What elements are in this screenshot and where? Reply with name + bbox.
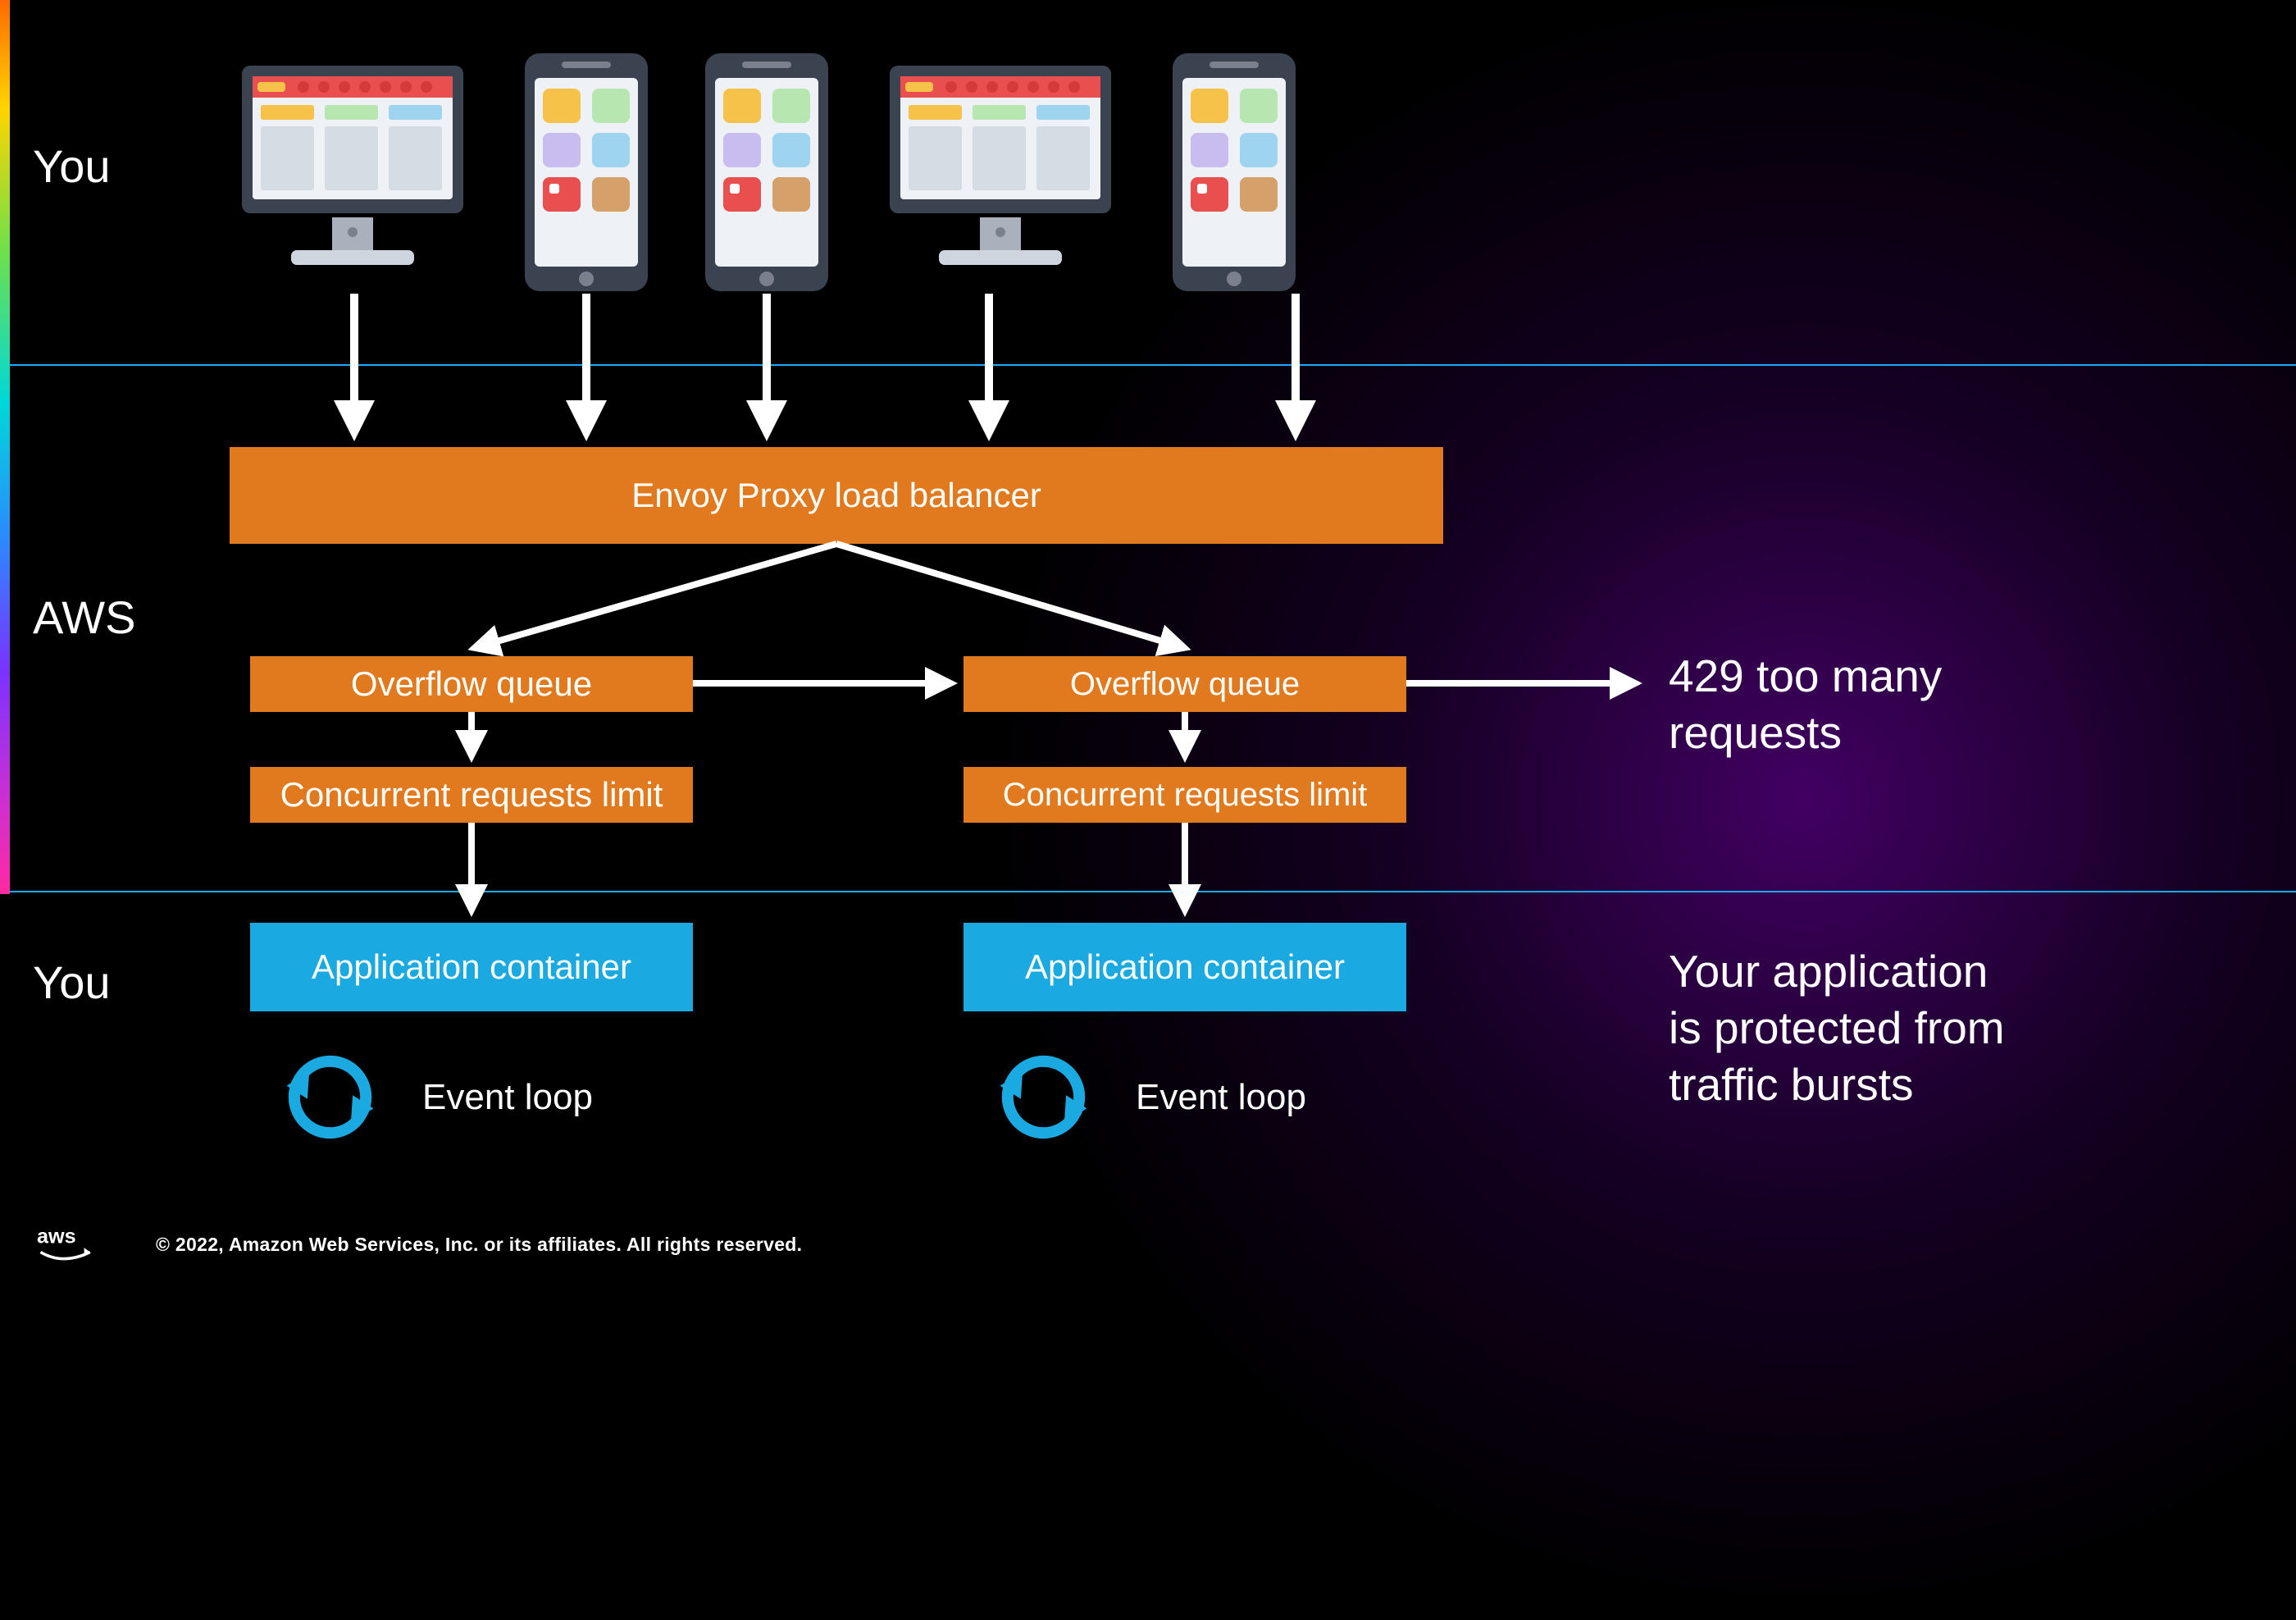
section-label-aws: AWS [33, 591, 135, 644]
rainbow-accent-bar [0, 0, 10, 894]
protection-text: Your application is protected from traff… [1669, 943, 2005, 1112]
too-many-requests-text: 429 too many requests [1669, 648, 1942, 761]
svg-text:aws: aws [37, 1225, 76, 1248]
section-divider-2 [10, 891, 2296, 892]
event-loop-label: Event loop [422, 1077, 593, 1118]
refresh-loop-icon [996, 1050, 1091, 1144]
section-label-you-top: You [33, 139, 111, 193]
client-devices-row [230, 49, 1443, 312]
envoy-proxy-box: Envoy Proxy load balancer [230, 447, 1443, 544]
footer: aws © 2022, Amazon Web Services, Inc. or… [37, 1222, 802, 1267]
phone-icon [517, 49, 656, 295]
section-divider-1 [10, 364, 2296, 366]
refresh-loop-icon [283, 1050, 377, 1144]
phone-icon [1164, 49, 1304, 295]
desktop-icon [230, 49, 476, 295]
event-loop-left: Event loop [283, 1050, 593, 1144]
app-container-right: Application container [963, 923, 1406, 1011]
app-container-left: Application container [250, 923, 693, 1011]
section-label-you-bottom: You [33, 956, 111, 1009]
event-loop-right: Event loop [996, 1050, 1306, 1144]
concurrent-limit-right: Concurrent requests limit [963, 767, 1406, 823]
overflow-queue-left: Overflow queue [250, 656, 693, 712]
copyright-text: © 2022, Amazon Web Services, Inc. or its… [156, 1234, 802, 1256]
aws-logo-icon: aws [37, 1222, 111, 1267]
overflow-queue-right: Overflow queue [963, 656, 1406, 712]
desktop-icon [877, 49, 1123, 295]
event-loop-label: Event loop [1136, 1077, 1306, 1118]
phone-icon [697, 49, 836, 295]
concurrent-limit-left: Concurrent requests limit [250, 767, 693, 823]
